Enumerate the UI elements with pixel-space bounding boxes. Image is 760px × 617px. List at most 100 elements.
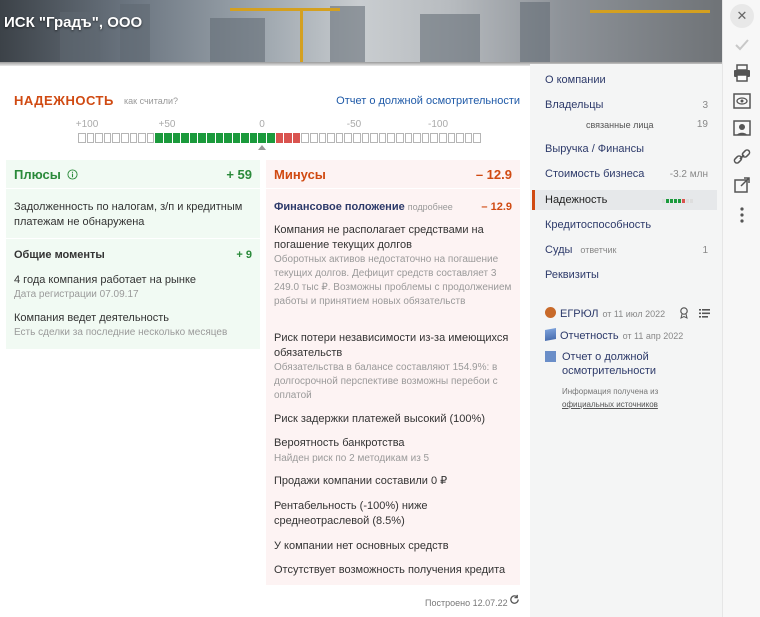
minus-item-title: У компании нет основных средств — [274, 540, 449, 552]
report-icon — [545, 351, 556, 362]
due-diligence-report-link[interactable]: Отчет о должной осмотрительности — [336, 95, 520, 107]
minuses-panel: Минусы – 12.9 Финансовое положение подроб… — [266, 160, 520, 585]
general-item-subtitle: Есть сделки за последние несколько месяц… — [14, 327, 228, 338]
doc-due-diligence[interactable]: Отчет о должной осмотрительности — [545, 350, 695, 378]
how-calculated-link[interactable]: как считали? — [124, 96, 178, 106]
built-date: Построено 12.07.22 — [425, 598, 508, 608]
nav-item-reliability[interactable]: Надежность — [545, 194, 607, 206]
more-icon[interactable] — [731, 204, 753, 226]
score-cell — [78, 133, 86, 143]
score-cell — [241, 133, 249, 143]
score-cell — [267, 133, 275, 143]
score-cell — [378, 133, 387, 143]
refresh-icon[interactable] — [509, 594, 520, 605]
active-indicator — [532, 190, 535, 210]
score-cell — [421, 133, 430, 143]
pluses-heading: Плюсы — [14, 167, 78, 182]
reliability-title: НАДЕЖНОСТЬ — [14, 93, 114, 108]
reliability-mini-bar — [662, 199, 694, 203]
score-cell — [275, 133, 284, 143]
nav-item-courts[interactable]: Суды ответчик — [545, 244, 617, 256]
score-cell — [370, 133, 378, 143]
monitor-icon[interactable] — [731, 118, 753, 140]
doc-reporting[interactable]: Отчетность от 11 апр 2022 — [545, 328, 684, 342]
print-icon[interactable] — [731, 62, 753, 84]
score-cell — [327, 133, 335, 143]
close-icon[interactable]: ✕ — [730, 4, 754, 28]
score-cell — [438, 133, 447, 143]
score-cell — [335, 133, 344, 143]
nav-item-about[interactable]: О компании — [545, 74, 606, 86]
open-external-icon[interactable] — [731, 174, 753, 196]
egrul-label: ЕГРЮЛ — [560, 308, 599, 320]
nav-item-revenue[interactable]: Выручка / Финансы — [545, 143, 644, 155]
financial-more-link[interactable]: подробнее — [408, 202, 453, 212]
score-cell — [258, 133, 267, 143]
check-icon[interactable] — [731, 34, 753, 56]
pluses-title: Плюсы — [14, 167, 61, 182]
minus-item-title: Вероятность банкротства — [274, 437, 405, 449]
score-cell — [224, 133, 232, 143]
score-cell — [430, 133, 438, 143]
score-cell — [138, 133, 146, 143]
score-cell — [172, 133, 181, 143]
minuses-value: – 12.9 — [475, 167, 512, 182]
score-cell — [456, 133, 464, 143]
score-cell — [318, 133, 327, 143]
courts-role: ответчик — [580, 245, 617, 255]
score-cell — [473, 133, 481, 143]
score-cell — [198, 133, 206, 143]
official-sources-link[interactable]: официальных источников — [562, 400, 658, 409]
egrul-icon — [545, 307, 556, 318]
nav-item-creditworthiness[interactable]: Кредитоспособность — [545, 219, 651, 231]
nav-item-owners[interactable]: Владельцы — [545, 99, 603, 111]
score-cell — [310, 133, 318, 143]
general-title: Общие моменты — [14, 249, 105, 261]
score-cell — [189, 133, 198, 143]
minus-item-title: Рентабельность (-100%) ниже среднеотрасл… — [274, 500, 428, 527]
score-cell — [249, 133, 258, 143]
egrul-date: от 11 июл 2022 — [602, 309, 666, 319]
score-cell — [464, 133, 473, 143]
award-icon[interactable] — [679, 307, 689, 319]
score-cell — [146, 133, 155, 143]
score-cell — [181, 133, 189, 143]
minus-item-title: Отсутствует возможность получения кредит… — [274, 564, 506, 576]
doc-egrul[interactable]: ЕГРЮЛ от 11 июл 2022 — [545, 307, 665, 320]
right-toolbar: ✕ — [722, 0, 760, 617]
watch-icon[interactable] — [731, 90, 753, 112]
courts-label: Суды — [545, 244, 573, 256]
list-icon[interactable] — [699, 308, 710, 318]
company-header-banner: ИСК "Градъ", ООО — [0, 0, 722, 62]
scale-label-zero: 0 — [259, 119, 265, 130]
info-icon[interactable] — [66, 169, 78, 180]
minus-item-subtitle: Найден риск по 2 методикам из 5 — [274, 453, 430, 464]
minus-item-subtitle: Оборотных активов недостаточно на погаше… — [274, 254, 512, 307]
reporting-date: от 11 апр 2022 — [622, 331, 684, 341]
general-item-title: 4 года компания работает на рынке — [14, 274, 197, 286]
financial-heading: Финансовое положение подробнее — [274, 201, 453, 213]
score-cell — [129, 133, 138, 143]
nav-item-requisites[interactable]: Реквизиты — [545, 269, 599, 281]
score-cell — [361, 133, 370, 143]
nav-item-business-value[interactable]: Стоимость бизнеса — [545, 168, 644, 180]
score-cell — [163, 133, 172, 143]
nav-item-related-persons[interactable]: связанные лица — [586, 120, 654, 130]
minus-item-subtitle: Обязательства в балансе составляют 154.9… — [274, 362, 498, 401]
due-diligence-label: Отчет о должной осмотрительности — [562, 351, 657, 377]
business-value-amount: -3.2 млн — [669, 169, 708, 180]
link-icon[interactable] — [731, 146, 753, 168]
score-cell — [353, 133, 361, 143]
financial-value: – 12.9 — [481, 201, 512, 213]
score-cell — [395, 133, 404, 143]
scale-label-minus50: -50 — [346, 119, 362, 130]
score-cell — [86, 133, 95, 143]
owners-count: 3 — [702, 100, 708, 111]
section-nav: О компании Владельцы 3 связанные лица 19… — [530, 64, 722, 617]
related-persons-count: 19 — [696, 119, 708, 130]
info-text: Информация получена из — [562, 387, 659, 396]
minuses-title: Минусы — [274, 167, 326, 182]
divider — [266, 188, 520, 189]
score-cell — [112, 133, 120, 143]
minus-item-title: Риск потери независимости из-за имеющихс… — [274, 332, 509, 359]
